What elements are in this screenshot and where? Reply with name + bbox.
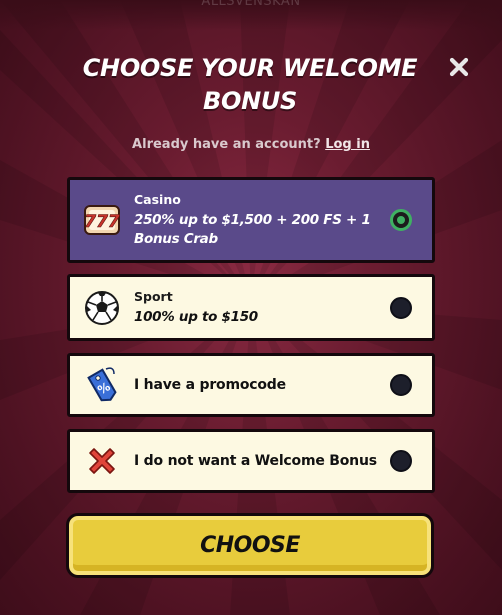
red-x-icon xyxy=(70,444,134,478)
radio-promocode[interactable] xyxy=(390,374,412,396)
welcome-bonus-modal: ALLSVENSKAN CHOOSE YOUR WELCOME BONUS Al… xyxy=(0,0,502,615)
login-link[interactable]: Log in xyxy=(325,137,370,152)
account-prompt-text: Already have an account? xyxy=(132,137,321,152)
account-prompt-line: Already have an account? Log in xyxy=(0,137,502,152)
option-sport[interactable]: Sport 100% up to $150 xyxy=(67,274,435,341)
option-casino[interactable]: 777 Casino 250% up to $1,500 + 200 FS + … xyxy=(67,177,435,263)
radio-casino-checked[interactable] xyxy=(390,209,412,231)
percent-tag-icon: % xyxy=(70,366,134,404)
close-icon xyxy=(449,57,469,77)
svg-text:777: 777 xyxy=(84,212,120,232)
close-button[interactable] xyxy=(444,52,474,82)
background-league-text: ALLSVENSKAN xyxy=(201,0,301,9)
soccer-ball-icon xyxy=(70,290,134,326)
choose-button[interactable]: CHOOSE xyxy=(66,513,434,578)
option-no-bonus[interactable]: I do not want a Welcome Bonus xyxy=(67,429,435,493)
option-description: 250% up to $1,500 + 200 FS + 1 Bonus Cra… xyxy=(134,211,371,247)
option-label: I do not want a Welcome Bonus xyxy=(134,453,377,469)
option-promocode[interactable]: % I have a promocode xyxy=(67,353,435,417)
option-label: Sport xyxy=(134,288,173,304)
modal-title: CHOOSE YOUR WELCOME BONUS xyxy=(82,54,418,115)
option-label: I have a promocode xyxy=(134,377,286,393)
slot-777-icon: 777 xyxy=(70,202,134,238)
option-description: 100% up to $150 xyxy=(134,308,258,325)
radio-sport[interactable] xyxy=(390,296,412,319)
option-label: Casino xyxy=(134,191,181,207)
choose-button-label: CHOOSE xyxy=(200,533,300,558)
radio-no-bonus[interactable] xyxy=(390,450,412,472)
